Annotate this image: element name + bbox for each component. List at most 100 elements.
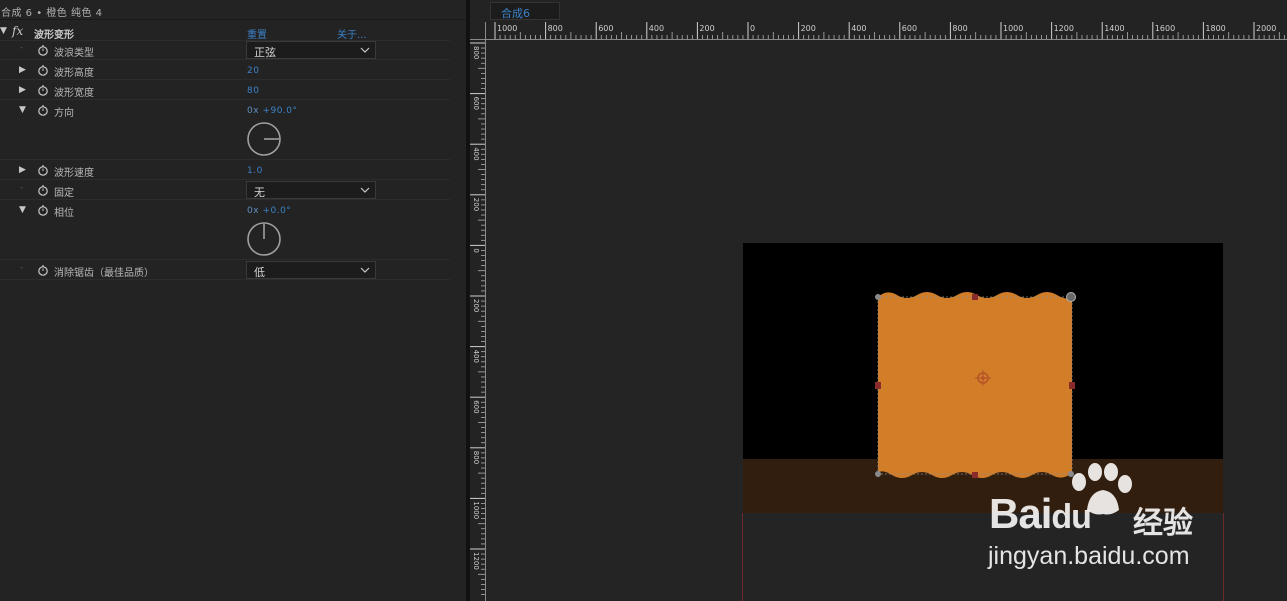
transform-handle-bottom-right[interactable] xyxy=(1068,471,1074,477)
twirl-arrow-icon[interactable]: ▶ xyxy=(19,165,26,175)
phase-degrees[interactable]: +0.0° xyxy=(262,206,291,216)
ruler-label: 1200 xyxy=(472,552,480,570)
ruler-label: 0 xyxy=(472,248,480,252)
composition-tab-label: 合成6 xyxy=(501,7,530,20)
direction-degrees[interactable]: +90.0° xyxy=(262,106,297,116)
fx-toggle-icon[interactable]: fx xyxy=(12,24,23,38)
wave-width-value[interactable]: 80 xyxy=(247,86,259,96)
twirl-placeholder: - xyxy=(20,183,24,193)
panel-header-title: 合成 6 • 橙色 纯色 4 xyxy=(1,8,103,19)
ruler-label: 200 xyxy=(472,198,480,211)
stopwatch-icon[interactable] xyxy=(37,204,49,216)
composition-panel: 合成6 1000 800 600 400 200 0 200 400 600 800 1000 120… xyxy=(470,0,1287,601)
stopwatch-icon[interactable] xyxy=(37,84,49,96)
pinning-value: 无 xyxy=(254,186,265,199)
stopwatch-icon[interactable] xyxy=(37,164,49,176)
wave-width-label: 波形宽度 xyxy=(54,88,94,99)
transform-handle-right-mid[interactable] xyxy=(1069,382,1075,389)
ruler-label: 800 xyxy=(472,451,480,464)
transform-handle-top-mid[interactable] xyxy=(972,294,978,300)
twirl-arrow-icon[interactable]: ▶ xyxy=(19,65,26,75)
ruler-label: 2000 xyxy=(1256,24,1276,33)
ruler-corner xyxy=(470,22,486,40)
ruler-label: 200 xyxy=(472,299,480,312)
wave-type-dropdown[interactable]: 正弦 xyxy=(246,41,376,59)
direction-revolutions[interactable]: 0x xyxy=(247,106,259,116)
direction-value[interactable]: 0x +90.0° xyxy=(247,106,298,116)
property-row-wave-type: - 波浪类型 正弦 xyxy=(0,40,450,60)
twirl-arrow-icon[interactable]: ▼ xyxy=(19,205,26,215)
ruler-label: 1000 xyxy=(497,24,517,33)
pinning-dropdown[interactable]: 无 xyxy=(246,181,376,199)
ruler-label: 800 xyxy=(548,24,563,33)
ruler-label: 200 xyxy=(699,24,714,33)
property-row-wave-speed: ▶ 波形速度 1.0 xyxy=(0,160,450,180)
orange-solid-layer[interactable] xyxy=(878,292,1072,478)
antialiasing-label: 消除锯齿（最佳品质） xyxy=(54,268,154,279)
angle-dial-icon[interactable] xyxy=(246,221,282,257)
property-row-pinning: - 固定 无 xyxy=(0,180,450,200)
twirl-placeholder: - xyxy=(20,43,24,53)
reset-link[interactable]: 重置 xyxy=(247,26,267,41)
ruler-label: 800 xyxy=(472,46,480,59)
about-link[interactable]: 关于... xyxy=(337,26,367,41)
horizontal-ruler[interactable]: 1000 800 600 400 200 0 200 400 600 800 1000 1200 140… xyxy=(486,22,1287,40)
chevron-down-icon xyxy=(360,187,370,193)
antialiasing-value: 低 xyxy=(254,266,265,279)
phase-revolutions[interactable]: 0x xyxy=(247,206,259,216)
vertical-ruler[interactable]: 800 600 400 200 0 200 400 600 800 1000 1200 xyxy=(470,40,486,601)
stopwatch-icon[interactable] xyxy=(37,104,49,116)
chevron-down-icon xyxy=(360,47,370,53)
transform-handle-top-right[interactable] xyxy=(1066,292,1076,302)
ruler-label: 1000 xyxy=(472,501,480,519)
ruler-label: 600 xyxy=(902,24,917,33)
wave-type-label: 波浪类型 xyxy=(54,48,94,59)
wave-speed-label: 波形速度 xyxy=(54,168,94,179)
ruler-label: 1800 xyxy=(1205,24,1225,33)
phase-label: 相位 xyxy=(54,208,74,219)
chevron-down-icon xyxy=(360,267,370,273)
twirl-arrow-icon[interactable]: ▼ xyxy=(0,26,7,36)
composition-tab[interactable]: 合成6 xyxy=(490,2,560,20)
twirl-placeholder: - xyxy=(20,263,24,273)
ruler-label: 1200 xyxy=(1054,24,1074,33)
phase-value[interactable]: 0x +0.0° xyxy=(247,206,291,216)
property-row-antialiasing: - 消除锯齿（最佳品质） 低 xyxy=(0,260,450,280)
ruler-label: 600 xyxy=(472,400,480,413)
property-row-wave-height: ▶ 波形高度 20 xyxy=(0,60,450,80)
property-row-direction: ▼ 方向 0x +90.0° xyxy=(0,100,450,160)
wave-height-value[interactable]: 20 xyxy=(247,66,259,76)
panel-header: 合成 6 • 橙色 纯色 4 xyxy=(0,0,466,20)
wave-height-label: 波形高度 xyxy=(54,68,94,79)
ruler-label: 1000 xyxy=(1003,24,1023,33)
twirl-arrow-icon[interactable]: ▼ xyxy=(19,105,26,115)
effect-controls-panel: 合成 6 • 橙色 纯色 4 ▼ fx 波形变形 重置 关于... - 波浪类型… xyxy=(0,0,466,601)
ruler-label: 400 xyxy=(649,24,664,33)
ruler-label: 600 xyxy=(598,24,613,33)
property-row-phase: ▼ 相位 0x +0.0° xyxy=(0,200,450,260)
transform-handle-top-left[interactable] xyxy=(875,294,881,300)
ruler-label: 400 xyxy=(472,350,480,363)
ruler-label: 400 xyxy=(851,24,866,33)
antialiasing-dropdown[interactable]: 低 xyxy=(246,261,376,279)
ruler-label: 0 xyxy=(750,24,755,33)
stopwatch-icon[interactable] xyxy=(37,184,49,196)
ruler-label: 800 xyxy=(952,24,967,33)
stopwatch-icon[interactable] xyxy=(37,64,49,76)
transform-handle-left-mid[interactable] xyxy=(875,382,881,389)
transform-handle-bottom-mid[interactable] xyxy=(972,472,978,478)
property-row-wave-width: ▶ 波形宽度 80 xyxy=(0,80,450,100)
ruler-label: 200 xyxy=(801,24,816,33)
stopwatch-icon[interactable] xyxy=(37,44,49,56)
angle-dial-icon[interactable] xyxy=(246,121,282,157)
composition-tab-bar: 合成6 xyxy=(470,0,1287,22)
ruler-label: 600 xyxy=(472,97,480,110)
stopwatch-icon[interactable] xyxy=(37,264,49,276)
transform-handle-bottom-left[interactable] xyxy=(875,471,881,477)
twirl-arrow-icon[interactable]: ▶ xyxy=(19,85,26,95)
effect-name: 波形变形 xyxy=(34,30,74,41)
wave-speed-value[interactable]: 1.0 xyxy=(247,166,263,176)
composition-viewer[interactable] xyxy=(487,41,1287,601)
effect-header-row[interactable]: ▼ fx 波形变形 重置 关于... xyxy=(0,21,450,41)
pinning-label: 固定 xyxy=(54,188,74,199)
